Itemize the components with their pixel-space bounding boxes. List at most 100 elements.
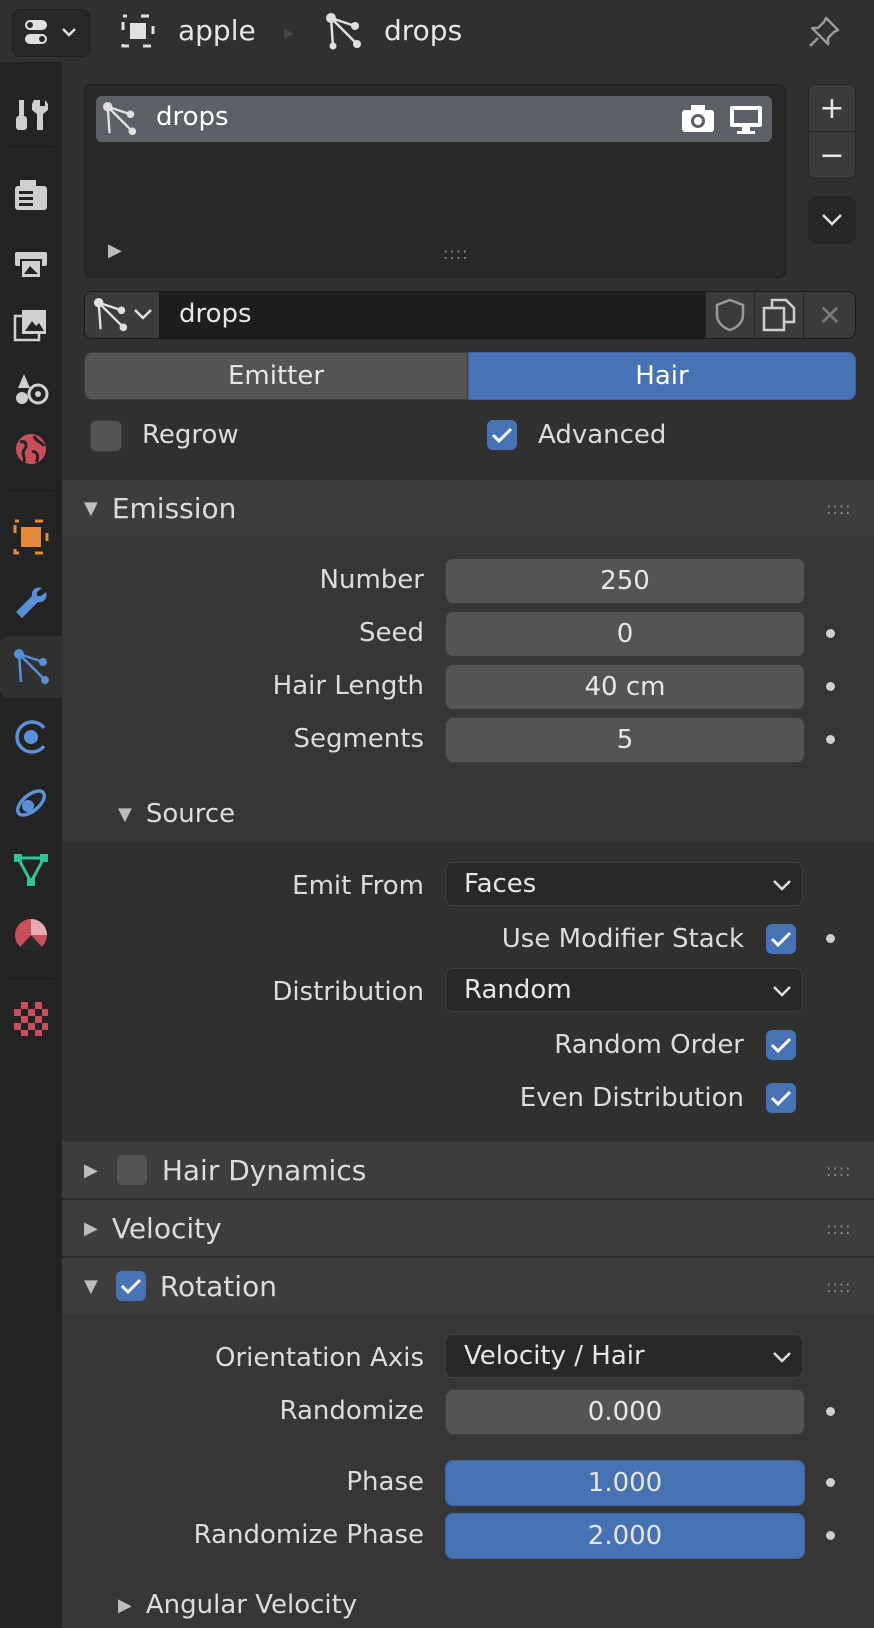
velocity-panel-header[interactable]: ▶ Velocity :::: <box>62 1200 874 1256</box>
number-field[interactable]: 250 <box>445 558 805 604</box>
camera-icon[interactable] <box>680 103 716 135</box>
regrow-checkbox[interactable] <box>90 420 122 452</box>
tab-output[interactable] <box>0 232 62 294</box>
advanced-checkbox[interactable] <box>487 420 517 450</box>
rotation-panel-header[interactable]: ▼ Rotation :::: <box>62 1258 874 1314</box>
tab-view-layer[interactable] <box>0 294 62 356</box>
breadcrumb-particles[interactable]: drops <box>384 0 462 62</box>
tab-texture[interactable] <box>0 988 62 1050</box>
panel-title: Velocity <box>111 1211 222 1245</box>
properties-tabs <box>0 62 64 1628</box>
even-distribution-checkbox[interactable] <box>766 1083 796 1113</box>
panel-expand-icon: ▶ <box>118 1594 132 1616</box>
slot-specials-button[interactable] <box>808 196 856 244</box>
drag-grip-icon[interactable]: :::: <box>826 1161 852 1180</box>
browse-settings-button[interactable] <box>85 292 159 338</box>
unlink-button[interactable]: ✕ <box>803 292 855 338</box>
panel-title: Emission <box>111 491 237 525</box>
source-subpanel-header[interactable]: ▼ Source <box>62 786 874 842</box>
hair-length-field[interactable]: 40 cm <box>445 664 805 710</box>
view-layer-icon <box>13 310 46 342</box>
keyframe-dot-icon[interactable] <box>826 682 835 691</box>
particles-icon <box>102 101 137 136</box>
drag-grip-icon[interactable]: :::: <box>826 1219 852 1238</box>
chevron-down-icon <box>134 309 152 320</box>
pin-icon[interactable] <box>806 14 842 50</box>
keyframe-dot-icon[interactable] <box>826 1407 835 1416</box>
type-emitter-button[interactable]: Emitter <box>84 352 468 400</box>
keyframe-dot-icon[interactable] <box>826 1531 835 1540</box>
fake-user-button[interactable] <box>705 292 754 338</box>
keyframe-dot-icon[interactable] <box>826 1478 835 1487</box>
tool-icon <box>16 100 48 130</box>
tab-physics[interactable] <box>0 706 62 768</box>
tab-render[interactable] <box>0 164 62 226</box>
phase-field[interactable]: 1.000 <box>445 1460 805 1506</box>
use-modifier-stack-checkbox[interactable] <box>766 924 796 954</box>
list-expand-icon[interactable]: ▶ <box>108 240 122 261</box>
tab-world[interactable] <box>0 418 62 480</box>
type-hair-button[interactable]: Hair <box>468 352 856 400</box>
tab-object[interactable] <box>0 506 62 568</box>
panel-expand-icon: ▶ <box>84 1217 98 1239</box>
minus-icon: − <box>819 137 845 173</box>
shield-icon <box>715 298 745 332</box>
monitor-icon[interactable] <box>728 103 764 135</box>
dropdown-value: Random <box>464 975 572 1005</box>
orientation-axis-label: Orientation Axis <box>215 1343 424 1373</box>
tab-particles[interactable] <box>0 636 64 698</box>
tab-scene[interactable] <box>0 356 62 418</box>
panel-title: Hair Dynamics <box>161 1153 367 1187</box>
plus-icon: + <box>819 90 845 126</box>
drag-grip-icon[interactable]: :::: <box>826 499 852 518</box>
duplicate-button[interactable] <box>754 292 803 338</box>
number-label: Number <box>319 565 424 595</box>
orientation-axis-dropdown[interactable]: Velocity / Hair <box>445 1334 803 1378</box>
panel-title: Rotation <box>159 1269 277 1303</box>
list-resize-grip-icon[interactable]: :::: <box>443 244 469 263</box>
list-item-label: drops <box>156 102 229 132</box>
randomize-field[interactable]: 0.000 <box>445 1389 805 1435</box>
chevron-down-icon <box>822 214 842 226</box>
emission-panel-header[interactable]: ▼ Emission :::: <box>62 480 874 536</box>
emit-from-label: Emit From <box>292 871 424 901</box>
settings-name-input[interactable]: drops <box>179 299 252 329</box>
chevron-down-icon <box>773 880 791 891</box>
duplicate-icon <box>762 298 796 332</box>
material-icon <box>15 919 47 952</box>
randomize-phase-field[interactable]: 2.000 <box>445 1513 805 1559</box>
tab-constraints[interactable] <box>0 772 62 834</box>
segments-field[interactable]: 5 <box>445 717 805 763</box>
panel-collapse-icon: ▼ <box>84 497 98 519</box>
random-order-checkbox[interactable] <box>766 1030 796 1060</box>
tab-material[interactable] <box>0 904 62 966</box>
particle-settings-field: drops ✕ <box>84 291 856 339</box>
subpanel-title: Angular Velocity <box>145 1590 358 1620</box>
output-icon <box>15 252 47 279</box>
close-icon: ✕ <box>818 298 842 332</box>
rotation-checkbox[interactable] <box>115 1271 146 1301</box>
hair-dynamics-checkbox[interactable] <box>115 1154 148 1186</box>
mesh-data-icon <box>14 854 48 886</box>
texture-checker-icon <box>14 1002 48 1036</box>
keyframe-dot-icon[interactable] <box>826 735 835 744</box>
drag-grip-icon[interactable]: :::: <box>826 1277 852 1296</box>
tab-tool[interactable] <box>0 84 62 146</box>
panel-expand-icon: ▶ <box>84 1159 98 1181</box>
hair-dynamics-panel-header[interactable]: ▶ Hair Dynamics :::: <box>62 1142 874 1198</box>
particles-icon <box>14 649 49 684</box>
distribution-dropdown[interactable]: Random <box>445 968 803 1012</box>
keyframe-dot-icon[interactable] <box>826 629 835 638</box>
add-slot-button[interactable]: + <box>808 84 856 132</box>
remove-slot-button[interactable]: − <box>808 131 856 179</box>
emit-from-dropdown[interactable]: Faces <box>445 862 803 906</box>
editor-type-button[interactable] <box>12 9 90 57</box>
breadcrumb-object[interactable]: apple <box>178 0 256 62</box>
angular-velocity-subpanel-header[interactable]: ▶ Angular Velocity <box>62 1582 874 1628</box>
checkmark-icon <box>770 1037 792 1054</box>
tab-modifiers[interactable] <box>0 572 62 634</box>
keyframe-dot-icon[interactable] <box>826 934 835 943</box>
seed-field[interactable]: 0 <box>445 611 805 657</box>
list-item[interactable]: drops <box>96 96 772 142</box>
tab-data[interactable] <box>0 838 62 900</box>
